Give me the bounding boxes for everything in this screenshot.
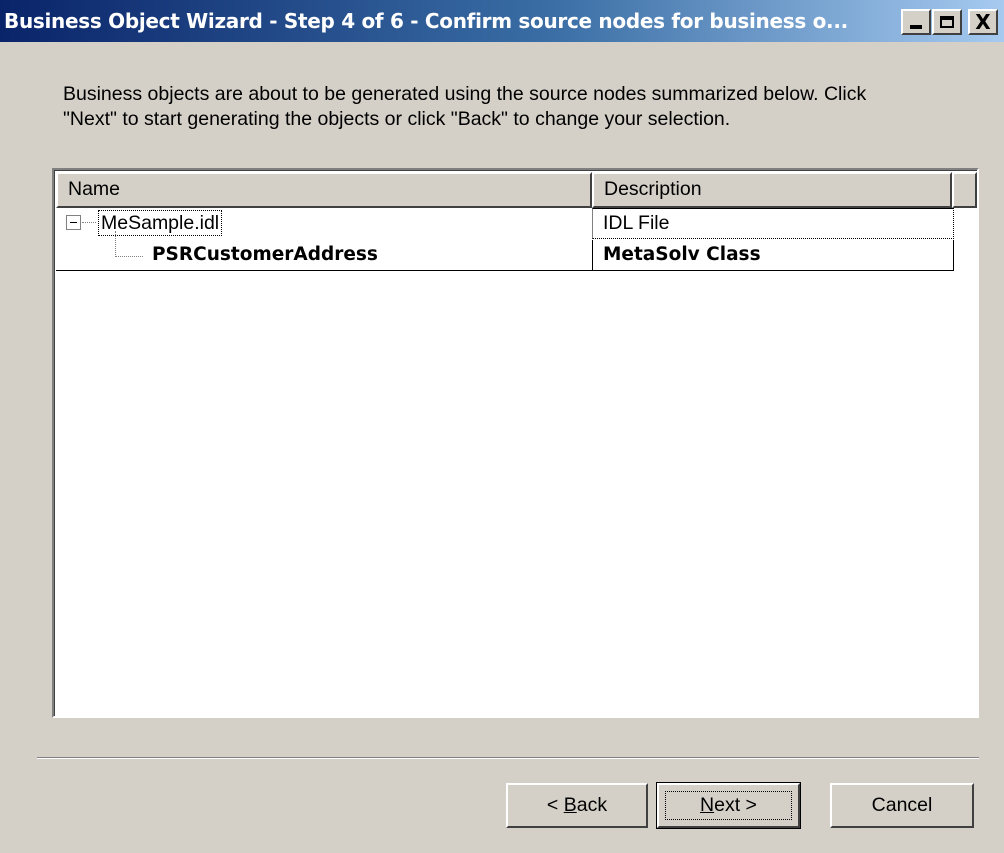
back-button[interactable]: < Back bbox=[506, 783, 648, 828]
window-title: Business Object Wizard - Step 4 of 6 - C… bbox=[4, 9, 848, 33]
next-button-label: Next > bbox=[700, 794, 757, 816]
instructions-text: Business objects are about to be generat… bbox=[63, 82, 963, 132]
wizard-window: Business Object Wizard - Step 4 of 6 - C… bbox=[0, 0, 1004, 853]
close-icon: X bbox=[975, 10, 991, 34]
maximize-button[interactable] bbox=[932, 9, 962, 35]
description-cell: MetaSolv Class bbox=[592, 240, 954, 271]
list-header: Name Description bbox=[56, 172, 977, 208]
node-name: MeSample.idl bbox=[98, 210, 223, 236]
separator bbox=[37, 757, 979, 759]
node-name: PSRCustomerAddress bbox=[152, 244, 378, 265]
column-header-name[interactable]: Name bbox=[56, 172, 592, 208]
maximize-icon bbox=[940, 16, 954, 28]
minimize-button[interactable] bbox=[901, 9, 931, 35]
name-cell: MeSample.idl bbox=[56, 208, 592, 255]
tree-connector bbox=[82, 222, 96, 223]
back-button-label: < Back bbox=[546, 794, 608, 816]
title-bar[interactable]: Business Object Wizard - Step 4 of 6 - C… bbox=[0, 0, 1004, 42]
cancel-button[interactable]: Cancel bbox=[830, 783, 974, 828]
tree-connector bbox=[115, 256, 143, 257]
table-row[interactable]: MeSample.idl IDL File bbox=[56, 208, 954, 255]
cancel-button-label: Cancel bbox=[871, 794, 933, 816]
description-cell: IDL File bbox=[592, 208, 954, 239]
minimize-icon bbox=[910, 25, 922, 29]
close-button[interactable]: X bbox=[968, 9, 998, 35]
instructions-line-1: Business objects are about to be generat… bbox=[63, 83, 867, 105]
next-button[interactable]: Next > bbox=[657, 783, 800, 828]
table-row[interactable]: PSRCustomerAddress MetaSolv Class bbox=[56, 240, 954, 271]
instructions-line-2: "Next" to start generating the objects o… bbox=[63, 108, 731, 130]
column-header-filler bbox=[952, 172, 977, 208]
name-cell: PSRCustomerAddress bbox=[56, 240, 592, 271]
collapse-tree-icon[interactable] bbox=[66, 215, 81, 230]
source-nodes-list[interactable]: Name Description MeSample.idl IDL File P… bbox=[52, 168, 979, 718]
column-header-description[interactable]: Description bbox=[592, 172, 952, 208]
